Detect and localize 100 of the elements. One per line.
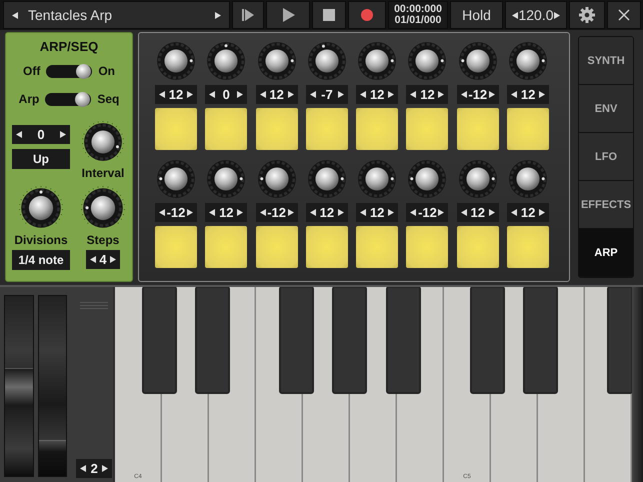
note-stepper[interactable]: 12	[155, 85, 197, 104]
knob[interactable]	[456, 158, 499, 200]
knob[interactable]	[81, 186, 125, 230]
record-button[interactable]	[348, 1, 386, 29]
rewind-button[interactable]	[232, 1, 264, 29]
hold-button[interactable]: Hold	[450, 1, 503, 29]
note-stepper[interactable]: 12	[456, 203, 499, 222]
octave-stepper[interactable]: 0	[12, 125, 70, 144]
left-arrow-icon[interactable]	[360, 91, 366, 98]
right-arrow-icon[interactable]	[554, 12, 560, 18]
note-stepper[interactable]: 0	[205, 85, 248, 104]
right-arrow-icon[interactable]	[438, 209, 444, 216]
left-arrow-icon[interactable]	[159, 209, 165, 216]
note-stepper[interactable]: 12	[306, 203, 348, 222]
left-arrow-icon[interactable]	[260, 91, 266, 98]
right-arrow-icon[interactable]	[338, 209, 344, 216]
tab[interactable]: ARP	[579, 229, 633, 277]
knob[interactable]	[456, 40, 499, 82]
right-arrow-icon[interactable]	[187, 91, 193, 98]
left-arrow-icon[interactable]	[460, 91, 467, 98]
wheel-thumb[interactable]	[5, 368, 33, 405]
preset-selector[interactable]: Tentacles Arp	[3, 1, 230, 29]
toggle-switch[interactable]	[46, 64, 92, 78]
divisions-dropdown[interactable]: 1/4 note	[12, 250, 70, 270]
note-stepper[interactable]: -12	[456, 85, 499, 104]
knob[interactable]	[82, 121, 124, 163]
left-arrow-icon[interactable]	[310, 91, 316, 98]
knob[interactable]	[356, 158, 398, 200]
note-stepper[interactable]: -7	[306, 85, 348, 104]
settings-button[interactable]	[569, 1, 605, 29]
left-arrow-icon[interactable]	[209, 91, 216, 98]
right-arrow-icon[interactable]	[237, 91, 244, 98]
left-arrow-icon[interactable]	[159, 91, 165, 98]
left-arrow-icon[interactable]	[260, 209, 266, 216]
knob[interactable]	[205, 158, 248, 200]
right-arrow-icon[interactable]	[488, 91, 495, 98]
note-stepper[interactable]: -12	[155, 203, 197, 222]
left-arrow-icon[interactable]	[310, 209, 316, 216]
right-arrow-icon[interactable]	[539, 209, 546, 216]
right-arrow-icon[interactable]	[388, 91, 394, 98]
stop-button[interactable]	[312, 1, 346, 29]
pitch-wheel[interactable]	[4, 295, 34, 477]
knob[interactable]	[155, 158, 197, 200]
settings-icon	[579, 7, 595, 23]
knob[interactable]	[507, 158, 550, 200]
knob[interactable]	[507, 40, 550, 82]
right-arrow-icon[interactable]	[110, 256, 116, 263]
note-stepper[interactable]: 12	[507, 85, 550, 104]
right-arrow-icon[interactable]	[338, 91, 344, 98]
steps-stepper[interactable]: 4	[86, 250, 120, 269]
left-arrow-icon[interactable]	[209, 209, 216, 216]
left-arrow-icon[interactable]	[410, 91, 416, 98]
left-arrow-icon[interactable]	[12, 12, 18, 18]
skip-to-start-icon	[240, 7, 256, 23]
note-stepper[interactable]: -12	[406, 203, 448, 222]
right-arrow-icon[interactable]	[438, 91, 444, 98]
knob[interactable]	[256, 158, 298, 200]
close-button[interactable]	[607, 1, 641, 29]
right-arrow-icon[interactable]	[288, 209, 294, 216]
left-arrow-icon[interactable]	[460, 209, 467, 216]
note-stepper[interactable]: 12	[256, 85, 298, 104]
toggle-switch[interactable]	[45, 92, 92, 106]
right-arrow-icon[interactable]	[388, 209, 394, 216]
left-arrow-icon[interactable]	[360, 209, 366, 216]
knob[interactable]	[356, 40, 398, 82]
play-button[interactable]	[266, 1, 310, 29]
right-arrow-icon[interactable]	[186, 209, 193, 216]
tab[interactable]: SYNTH	[579, 37, 633, 85]
left-arrow-icon[interactable]	[511, 91, 518, 98]
knob[interactable]	[256, 40, 298, 82]
knob[interactable]	[19, 186, 63, 230]
tempo-stepper[interactable]: 120.0	[505, 1, 567, 29]
right-arrow-icon[interactable]	[60, 131, 66, 138]
left-arrow-icon[interactable]	[90, 256, 96, 263]
left-arrow-icon[interactable]	[16, 131, 22, 138]
note-stepper[interactable]: 12	[356, 203, 398, 222]
knob[interactable]	[306, 158, 348, 200]
right-arrow-icon[interactable]	[237, 209, 244, 216]
left-arrow-icon[interactable]	[80, 465, 86, 472]
knob[interactable]	[406, 40, 448, 82]
mode-dropdown[interactable]: Up	[12, 149, 70, 169]
knob[interactable]	[155, 40, 197, 82]
note-stepper[interactable]: 12	[406, 85, 448, 104]
left-arrow-icon[interactable]	[511, 209, 518, 216]
right-arrow-icon[interactable]	[102, 465, 108, 472]
left-arrow-icon[interactable]	[512, 12, 518, 18]
note-stepper[interactable]: 12	[507, 203, 550, 222]
octave-stepper[interactable]: 2	[76, 459, 112, 478]
note-stepper[interactable]: 12	[205, 203, 248, 222]
knob[interactable]	[406, 158, 448, 200]
right-arrow-icon[interactable]	[215, 12, 221, 18]
knob[interactable]	[205, 40, 248, 82]
right-arrow-icon[interactable]	[488, 209, 495, 216]
left-arrow-icon[interactable]	[410, 209, 416, 216]
note-stepper[interactable]: -12	[256, 203, 298, 222]
note-stepper[interactable]: 12	[356, 85, 398, 104]
wheel-thumb[interactable]	[38, 440, 66, 476]
right-arrow-icon[interactable]	[288, 91, 294, 98]
right-arrow-icon[interactable]	[539, 91, 546, 98]
knob[interactable]	[306, 40, 348, 82]
